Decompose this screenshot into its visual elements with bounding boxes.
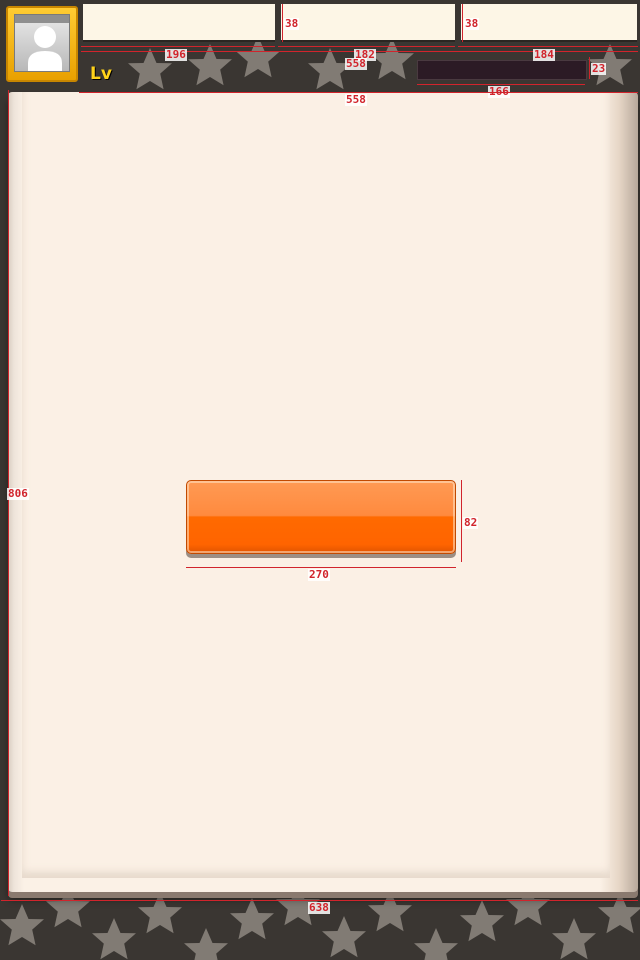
stat-slot-1 — [83, 4, 275, 42]
dim-line — [458, 46, 638, 47]
dim-label-panel-height: 806 — [7, 487, 29, 500]
stat-slot-2 — [281, 4, 455, 42]
dim-label-row-width-bottom: 558 — [345, 93, 367, 106]
dim-line — [462, 4, 463, 42]
avatar-placeholder — [14, 14, 70, 72]
dim-label-button-height: 82 — [463, 516, 479, 529]
stat-slot-3 — [461, 4, 637, 42]
dim-label-row-width-top: 558 — [345, 57, 367, 70]
dim-line — [278, 46, 455, 47]
dim-label-stat-height-b: 38 — [464, 17, 480, 30]
player-avatar[interactable] — [6, 6, 78, 82]
dim-label-dark-bar-height: 23 — [591, 62, 607, 75]
dim-line — [81, 46, 275, 47]
dim-label-footer-width: 638 — [308, 901, 330, 914]
primary-action-button[interactable] — [186, 480, 456, 554]
dim-label-stat3-width: 184 — [533, 48, 555, 61]
dim-label-stat-height-a: 38 — [284, 17, 300, 30]
user-silhouette-icon — [15, 15, 69, 71]
dim-line — [461, 480, 462, 562]
experience-bar — [417, 60, 587, 80]
dim-label-button-width: 270 — [308, 568, 330, 581]
level-label: Lv — [90, 64, 112, 84]
dim-line — [282, 4, 283, 42]
dim-line — [589, 57, 590, 79]
dim-label-stat1-width: 196 — [165, 48, 187, 61]
